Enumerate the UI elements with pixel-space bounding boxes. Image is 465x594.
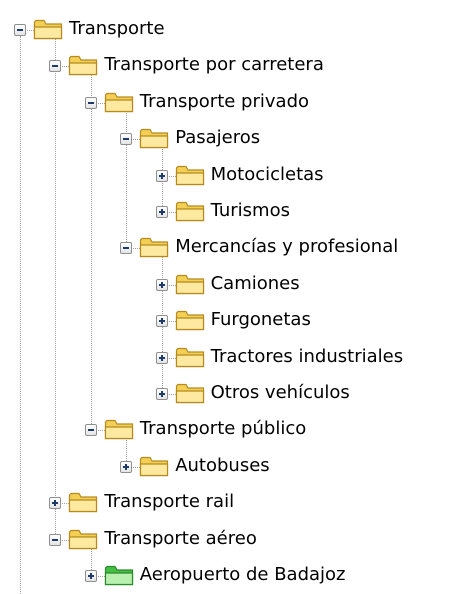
tree-item[interactable]: Aeropuerto de Badajoz — [0, 558, 465, 594]
folder-icon — [33, 18, 63, 40]
tree-item[interactable]: Transporte rail — [0, 485, 465, 521]
collapse-minus-icon[interactable] — [14, 24, 26, 36]
expand-plus-icon[interactable] — [84, 570, 97, 582]
tree-item[interactable]: Transporte por carretera — [0, 48, 465, 84]
tree-item[interactable]: Camiones — [0, 267, 465, 303]
tree-item-label[interactable]: Transporte — [67, 17, 167, 41]
tree-item[interactable]: Turismos — [0, 194, 465, 230]
tree-item[interactable]: Furgonetas — [0, 303, 465, 339]
tree-item[interactable]: Transporte — [0, 12, 465, 48]
folder-icon — [175, 382, 205, 404]
folder-icon — [175, 346, 205, 368]
tree-item-label[interactable]: Pasajeros — [173, 126, 262, 150]
tree-item-label[interactable]: Tractores industriales — [209, 345, 406, 369]
expand-plus-icon[interactable] — [155, 169, 168, 182]
expand-plus-icon[interactable] — [155, 206, 168, 218]
expand-plus-icon[interactable] — [155, 351, 168, 364]
tree-item-label[interactable]: Transporte público — [138, 417, 308, 441]
tree-item[interactable]: Transporte privado — [0, 85, 465, 121]
folder-icon — [139, 236, 169, 258]
tree-item[interactable]: Pasajeros — [0, 121, 465, 157]
collapse-minus-icon[interactable] — [49, 60, 62, 73]
tree-item-label[interactable]: Otros vehículos — [209, 381, 352, 405]
expand-plus-icon[interactable] — [155, 278, 168, 291]
folder-icon — [68, 54, 98, 76]
collapse-minus-icon[interactable] — [120, 242, 133, 255]
folder-icon — [175, 164, 205, 186]
tree-view: Transporte Transporte por carretera Transp… — [0, 0, 465, 594]
folder-icon — [104, 418, 134, 440]
folder-icon — [68, 528, 98, 550]
folder-icon — [139, 455, 169, 477]
tree-item[interactable]: Transporte aéreo — [0, 522, 465, 558]
folder-icon — [139, 127, 169, 149]
expand-plus-icon[interactable] — [155, 388, 168, 400]
folder-icon — [175, 200, 205, 222]
folder-icon — [175, 309, 205, 331]
expand-plus-icon[interactable] — [120, 460, 133, 473]
tree-item[interactable]: Otros vehículos — [0, 376, 465, 412]
tree-item[interactable]: Mercancías y profesional — [0, 230, 465, 266]
tree-item-label[interactable]: Transporte rail — [102, 490, 236, 514]
tree-item-label[interactable]: Motocicletas — [209, 163, 326, 187]
tree-item-label[interactable]: Furgonetas — [209, 308, 313, 332]
tree-item[interactable]: Autobuses — [0, 449, 465, 485]
tree-item[interactable]: Transporte público — [0, 412, 465, 448]
tree-item-label[interactable]: Turismos — [209, 199, 292, 223]
tree-item-label[interactable]: Mercancías y profesional — [173, 235, 400, 259]
collapse-minus-icon[interactable] — [84, 96, 97, 109]
tree-item[interactable]: Motocicletas — [0, 158, 465, 194]
tree-item-label[interactable]: Autobuses — [173, 454, 271, 478]
collapse-minus-icon[interactable] — [84, 424, 97, 437]
collapse-minus-icon[interactable] — [49, 533, 62, 546]
tree-item-label[interactable]: Camiones — [209, 272, 302, 296]
tree-item-label[interactable]: Transporte privado — [138, 90, 311, 114]
tree-item-label[interactable]: Transporte por carretera — [102, 53, 325, 77]
expand-plus-icon[interactable] — [49, 497, 62, 510]
green-folder-icon — [104, 564, 134, 586]
folder-icon — [68, 491, 98, 513]
tree-item-label[interactable]: Aeropuerto de Badajoz — [138, 563, 348, 587]
tree-item-label[interactable]: Transporte aéreo — [102, 527, 258, 551]
collapse-minus-icon[interactable] — [120, 133, 133, 146]
expand-plus-icon[interactable] — [155, 315, 168, 328]
folder-icon — [175, 273, 205, 295]
tree-item[interactable]: Tractores industriales — [0, 340, 465, 376]
folder-icon — [104, 91, 134, 113]
